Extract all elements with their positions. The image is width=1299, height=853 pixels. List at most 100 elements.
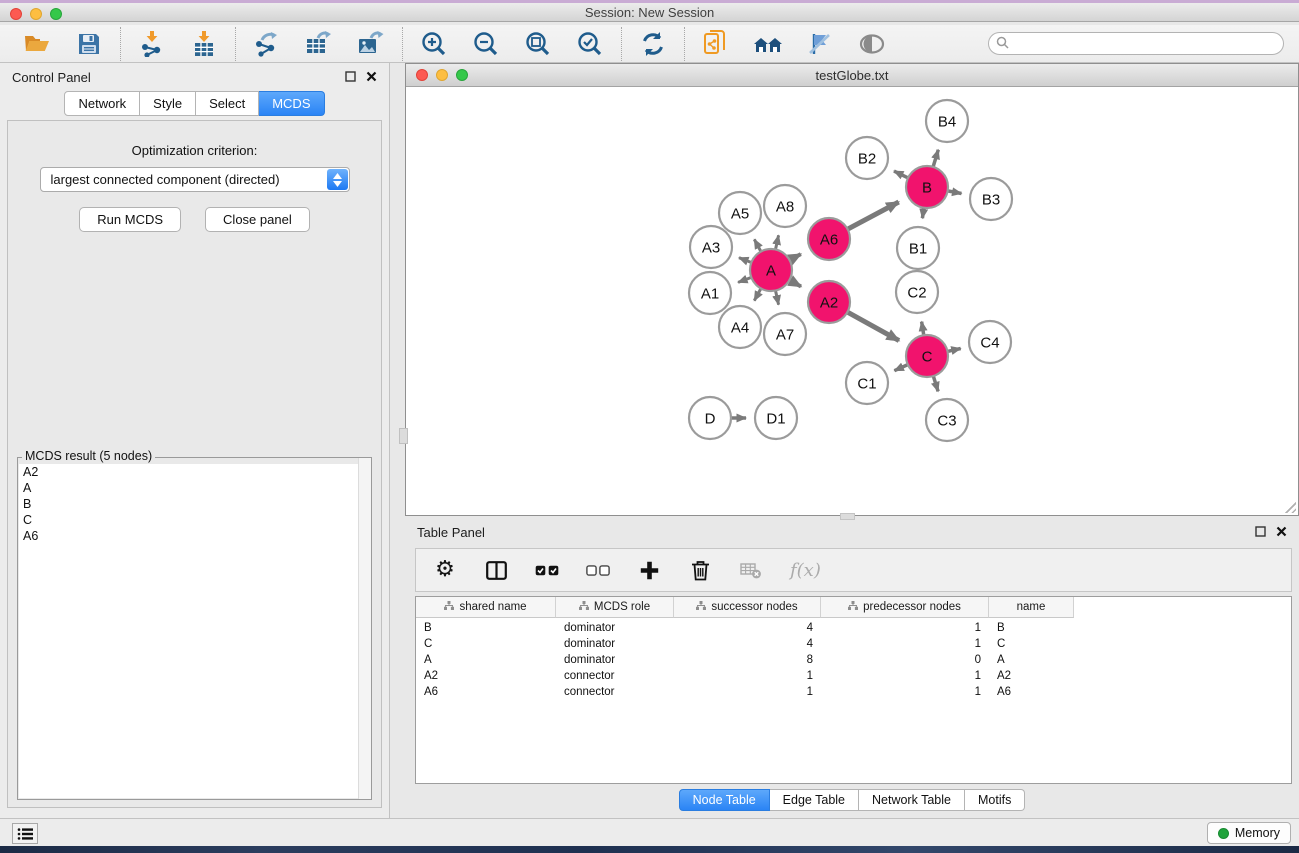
tab-edge-table[interactable]: Edge Table (770, 789, 859, 811)
node-table[interactable]: shared nameMCDS rolesuccessor nodesprede… (415, 596, 1292, 784)
import-table-icon[interactable] (188, 29, 220, 59)
table-cell[interactable]: 1 (821, 670, 989, 682)
import-network-icon[interactable] (136, 29, 168, 59)
column-browser-icon[interactable] (484, 558, 508, 582)
graph-node-A5[interactable]: A5 (719, 192, 761, 234)
edge-B-B1[interactable] (922, 208, 924, 219)
table-cell[interactable]: 1 (674, 670, 821, 682)
edge-C-C2[interactable] (922, 322, 924, 336)
edge-B-B3[interactable] (948, 191, 962, 194)
edge-A-A4[interactable] (754, 288, 761, 300)
refresh-icon[interactable] (637, 29, 669, 59)
table-cell[interactable]: A2 (989, 670, 1074, 682)
table-cell[interactable]: dominator (556, 622, 674, 634)
mcds-result-item[interactable]: B (19, 496, 370, 512)
table-cell[interactable]: A2 (416, 670, 556, 682)
tab-mcds[interactable]: MCDS (259, 91, 324, 116)
close-panel-icon[interactable] (366, 70, 377, 85)
toolbar-search[interactable] (988, 32, 1284, 55)
zoom-in-icon[interactable] (418, 29, 450, 59)
mcds-result-item[interactable]: A2 (19, 464, 370, 480)
graph-node-A7[interactable]: A7 (764, 313, 806, 355)
table-cell[interactable]: B (989, 622, 1074, 634)
memory-button[interactable]: Memory (1207, 822, 1291, 844)
edge-B-B2[interactable] (894, 171, 908, 178)
mcds-result-item[interactable]: A (19, 480, 370, 496)
close-panel-button[interactable]: Close panel (205, 207, 310, 232)
table-row[interactable]: A6connector11A6 (416, 684, 1291, 700)
edge-A2-C[interactable] (847, 312, 899, 341)
task-history-button[interactable] (12, 823, 38, 844)
table-cell[interactable]: C (416, 638, 556, 650)
table-cell[interactable]: A (416, 654, 556, 666)
graph-node-B1[interactable]: B1 (897, 227, 939, 269)
tab-node-table[interactable]: Node Table (679, 789, 770, 811)
graph-node-D[interactable]: D (689, 397, 731, 439)
select-all-columns-icon[interactable] (535, 558, 559, 582)
tab-motifs[interactable]: Motifs (965, 789, 1025, 811)
minimize-window-icon[interactable] (30, 8, 42, 20)
table-row[interactable]: Adominator80A (416, 652, 1291, 668)
mcds-result-item[interactable]: A6 (19, 528, 370, 544)
graph-node-C4[interactable]: C4 (969, 321, 1011, 363)
graph-node-A6[interactable]: A6 (808, 218, 850, 260)
edge-C-C1[interactable] (894, 365, 907, 371)
edge-A-A2[interactable] (789, 280, 801, 286)
table-float-icon[interactable] (1255, 525, 1266, 540)
new-network-from-selection-icon[interactable] (700, 29, 732, 59)
table-settings-gear-icon[interactable]: ⚙ (433, 558, 457, 582)
table-cell[interactable]: connector (556, 686, 674, 698)
column-header-MCDS-role[interactable]: MCDS role (556, 597, 674, 618)
tab-style[interactable]: Style (140, 91, 196, 116)
export-network-icon[interactable] (251, 29, 283, 59)
network-maximize-icon[interactable] (456, 69, 468, 81)
graph-node-A[interactable]: A (750, 249, 792, 291)
table-close-icon[interactable] (1276, 525, 1287, 540)
maximize-window-icon[interactable] (50, 8, 62, 20)
export-image-icon[interactable] (355, 29, 387, 59)
table-cell[interactable]: B (416, 622, 556, 634)
vertical-divider-grip[interactable] (399, 428, 408, 444)
table-row[interactable]: A2connector11A2 (416, 668, 1291, 684)
delete-column-icon[interactable] (688, 558, 712, 582)
zoom-out-icon[interactable] (470, 29, 502, 59)
hide-graphics-details-icon[interactable] (804, 29, 836, 59)
graph-node-C1[interactable]: C1 (846, 362, 888, 404)
column-header-name[interactable]: name (989, 597, 1074, 618)
edge-A-A5[interactable] (754, 239, 761, 251)
table-cell[interactable]: dominator (556, 638, 674, 650)
table-cell[interactable]: 0 (821, 654, 989, 666)
edge-A-A8[interactable] (776, 235, 779, 249)
network-minimize-icon[interactable] (436, 69, 448, 81)
edge-A-A3[interactable] (739, 258, 751, 263)
edge-C-C4[interactable] (948, 349, 961, 352)
open-session-icon[interactable] (21, 29, 53, 59)
table-cell[interactable]: A (989, 654, 1074, 666)
add-column-icon[interactable] (637, 558, 661, 582)
column-header-predecessor-nodes[interactable]: predecessor nodes (821, 597, 989, 618)
network-canvas[interactable]: B4B2BB3A5A8A6A3AB1A1A2C2A4A7C4CC1C3DD1 (406, 88, 1298, 515)
table-cell[interactable]: 1 (821, 686, 989, 698)
table-cell[interactable]: 1 (821, 622, 989, 634)
graph-node-A2[interactable]: A2 (808, 281, 850, 323)
tab-network[interactable]: Network (64, 91, 140, 116)
eye-icon[interactable] (856, 29, 888, 59)
run-mcds-button[interactable]: Run MCDS (79, 207, 181, 232)
table-cell[interactable]: 1 (674, 686, 821, 698)
network-close-icon[interactable] (416, 69, 428, 81)
edge-A-A7[interactable] (776, 291, 779, 305)
edge-A6-B[interactable] (848, 202, 899, 229)
result-scrollbar[interactable] (358, 458, 371, 799)
zoom-fit-icon[interactable] (522, 29, 554, 59)
table-cell[interactable]: 4 (674, 638, 821, 650)
edge-C-C3[interactable] (933, 376, 938, 391)
graph-node-D1[interactable]: D1 (755, 397, 797, 439)
graph-node-B4[interactable]: B4 (926, 100, 968, 142)
graph-node-B[interactable]: B (906, 166, 948, 208)
mcds-result-list[interactable]: A2ABCA6 (19, 464, 370, 798)
criterion-dropdown[interactable]: largest connected component (directed) (40, 167, 350, 192)
search-input[interactable] (1014, 37, 1276, 51)
save-session-icon[interactable] (73, 29, 105, 59)
graph-node-A8[interactable]: A8 (764, 185, 806, 227)
graph-node-A3[interactable]: A3 (690, 226, 732, 268)
